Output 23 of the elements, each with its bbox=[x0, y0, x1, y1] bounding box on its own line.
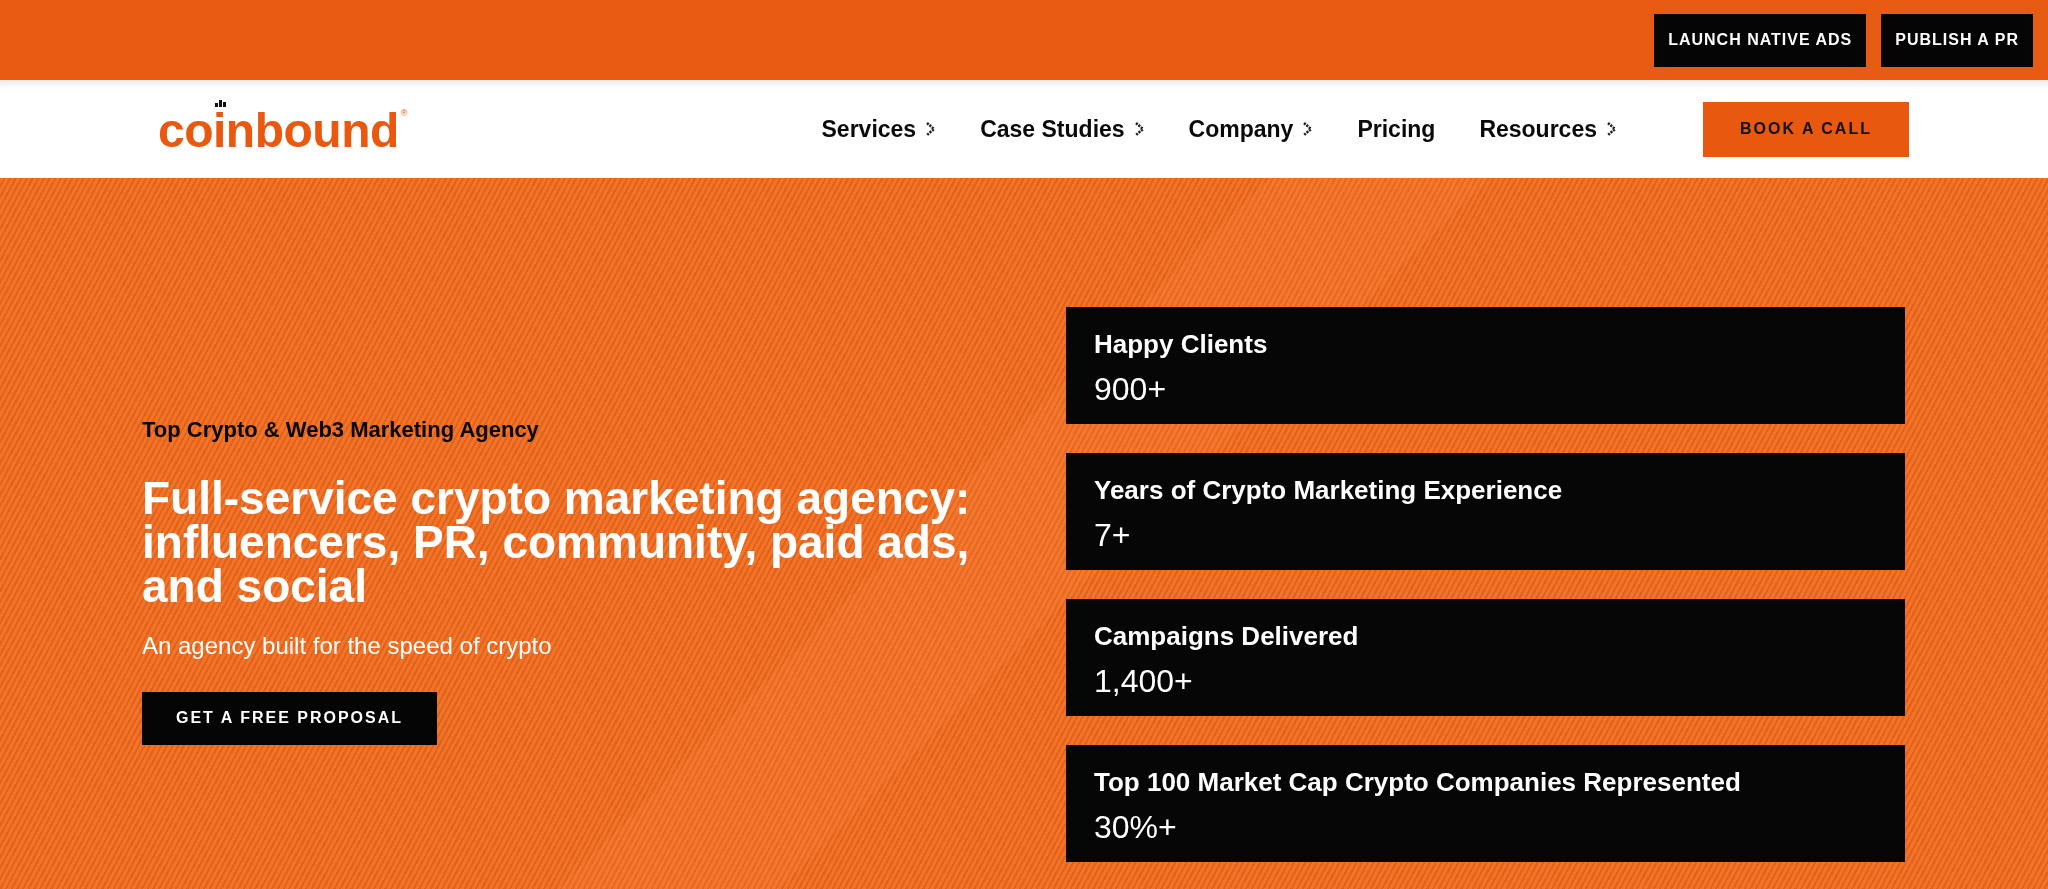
registered-mark: ® bbox=[400, 109, 408, 118]
nav-link[interactable]: Resources bbox=[1479, 115, 1617, 143]
book-a-call-button[interactable]: BOOK A CALL bbox=[1703, 101, 1909, 157]
stat-label: Happy Clients bbox=[1094, 329, 1268, 361]
stat-value: 900+ bbox=[1094, 372, 1167, 408]
stat-value: 1,400+ bbox=[1094, 664, 1193, 700]
bar-chart-icon bbox=[215, 100, 227, 107]
hero-eyebrow: Top Crypto & Web3 Marketing Agency bbox=[142, 418, 539, 443]
hero-headline: Full-service crypto marketing agency: influencers, PR, community, paid ads, and social bbox=[142, 476, 972, 609]
top-bar-button[interactable]: LAUNCH NATIVE ADS bbox=[1654, 13, 1867, 67]
stat-label: Years of Crypto Marketing Experience bbox=[1094, 475, 1563, 507]
stat-label: Campaigns Delivered bbox=[1094, 621, 1359, 653]
nav-link[interactable]: Company bbox=[1188, 115, 1314, 143]
nav-link[interactable]: Pricing bbox=[1357, 115, 1436, 143]
stat-value: 7+ bbox=[1094, 518, 1131, 554]
hero-subtitle: An agency built for the speed of crypto bbox=[142, 632, 552, 661]
logo-wordmark[interactable]: coinbound bbox=[158, 107, 399, 155]
stat-value: 30%+ bbox=[1094, 810, 1177, 846]
free-proposal-button[interactable]: GET A FREE PROPOSAL bbox=[142, 692, 438, 745]
stat-label: Top 100 Market Cap Crypto Companies Represented bbox=[1094, 767, 1741, 799]
nav-link[interactable]: Case Studies bbox=[980, 115, 1145, 143]
nav-link[interactable]: Services bbox=[821, 115, 937, 143]
top-bar-button[interactable]: PUBLISH A PR bbox=[1881, 13, 2033, 67]
